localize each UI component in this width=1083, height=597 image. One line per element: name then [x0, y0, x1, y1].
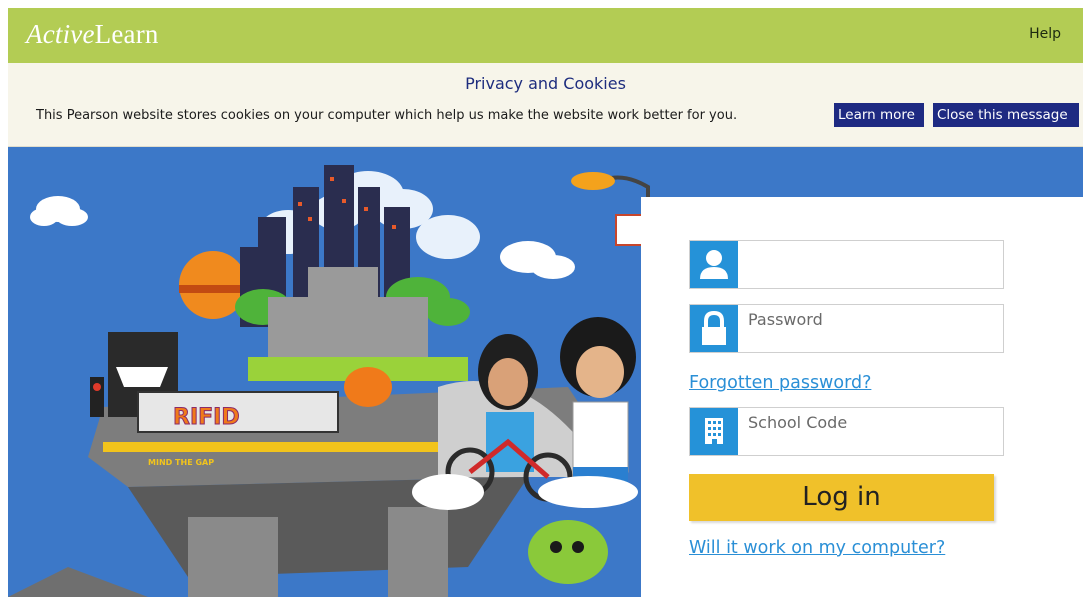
school-code-input[interactable]: [738, 408, 1003, 455]
compatibility-link[interactable]: Will it work on my computer?: [689, 538, 945, 558]
logo-active-text: Active: [26, 19, 95, 49]
password-input[interactable]: [738, 305, 1003, 352]
learn-more-button[interactable]: Learn more: [834, 103, 924, 127]
username-field[interactable]: [689, 240, 1004, 289]
user-icon: [690, 241, 738, 288]
cookie-banner: Privacy and Cookies This Pearson website…: [8, 63, 1083, 147]
login-panel: Forgotten password? Log in Will it work …: [641, 197, 1083, 597]
building-icon: [690, 408, 738, 455]
school-code-field[interactable]: [689, 407, 1004, 456]
train-graffiti-text: RIFID: [173, 405, 240, 430]
username-input[interactable]: [738, 241, 1003, 288]
close-message-button[interactable]: Close this message: [933, 103, 1079, 127]
header-bar: ActiveLearn Help: [8, 8, 1083, 63]
mind-the-gap-sign: MIND THE GAP: [148, 458, 214, 467]
orange-monster: [344, 367, 392, 407]
cookie-banner-message: This Pearson website stores cookies on y…: [36, 108, 738, 123]
password-field[interactable]: [689, 304, 1004, 353]
lamp-shape: [571, 172, 615, 190]
activelearn-logo[interactable]: ActiveLearn: [26, 19, 159, 50]
forgotten-password-link[interactable]: Forgotten password?: [689, 373, 871, 393]
padlock-icon: [690, 305, 738, 352]
logo-learn-text: Learn: [94, 19, 159, 49]
cloud-right: [500, 241, 575, 279]
login-button[interactable]: Log in: [689, 474, 994, 521]
cloud-left: [30, 196, 88, 226]
cookie-banner-title: Privacy and Cookies: [465, 74, 626, 93]
octopus-monster: [528, 520, 608, 584]
help-link[interactable]: Help: [1029, 26, 1061, 42]
